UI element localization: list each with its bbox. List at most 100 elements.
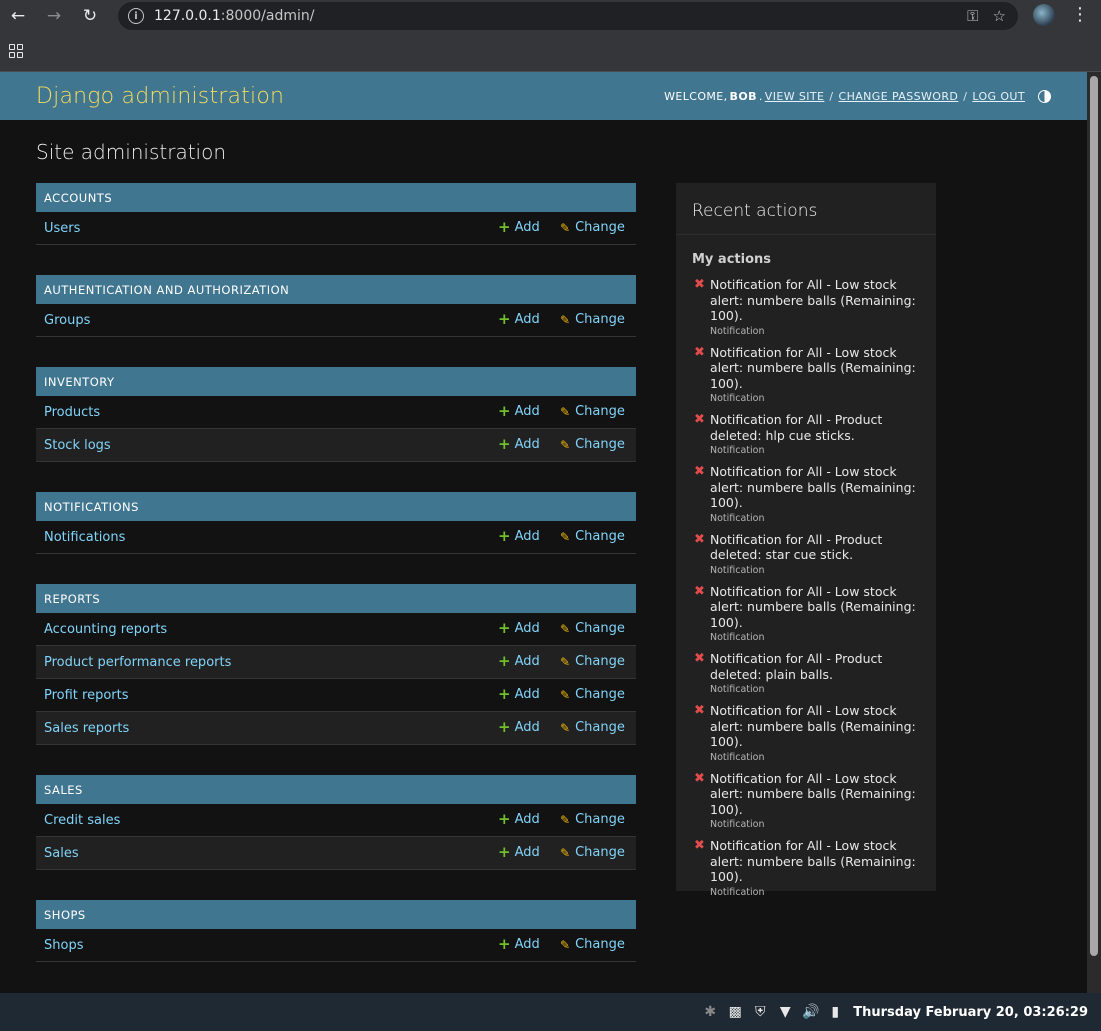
- change-link[interactable]: ✎ Change: [560, 654, 625, 669]
- module-caption[interactable]: Reports: [36, 584, 636, 613]
- battery-icon[interactable]: ▮: [827, 1004, 843, 1020]
- add-link[interactable]: + Add: [498, 435, 540, 453]
- model-link[interactable]: Product performance reports: [44, 655, 231, 670]
- page-scrollbar[interactable]: [1087, 72, 1101, 993]
- change-link[interactable]: ✎ Change: [560, 812, 625, 827]
- action-body: Notification for All - Low stock alert: …: [710, 771, 920, 831]
- model-row: Stock logs + Add ✎ Change: [36, 429, 636, 462]
- change-link[interactable]: ✎ Change: [560, 529, 625, 544]
- change-password-link[interactable]: CHANGE PASSWORD: [838, 90, 958, 103]
- admin-page: Django administration WELCOME, BOB. VIEW…: [0, 72, 1087, 993]
- password-key-icon[interactable]: ⚿: [967, 7, 978, 25]
- change-pencil-icon: ✎: [560, 687, 571, 702]
- module-caption[interactable]: Authentication and Authorization: [36, 275, 636, 304]
- clock[interactable]: Thursday February 20, 03:26:29: [853, 1005, 1088, 1020]
- change-pencil-icon: ✎: [560, 312, 571, 327]
- site-info-icon[interactable]: i: [128, 8, 144, 24]
- module-caption[interactable]: Accounts: [36, 183, 636, 212]
- model-row: Users + Add ✎ Change: [36, 212, 636, 245]
- change-link[interactable]: ✎ Change: [560, 220, 625, 235]
- model-link[interactable]: Notifications: [44, 530, 125, 545]
- theme-toggle-icon[interactable]: [1038, 89, 1051, 103]
- scrollbar-thumb[interactable]: [1090, 76, 1098, 956]
- model-link[interactable]: Sales reports: [44, 721, 129, 736]
- bluetooth-icon[interactable]: ✱: [702, 1004, 718, 1020]
- reload-icon[interactable]: ↻: [72, 0, 108, 32]
- model-link[interactable]: Products: [44, 405, 100, 420]
- change-pencil-icon: ✎: [560, 437, 571, 452]
- profile-avatar-icon[interactable]: [1033, 4, 1055, 26]
- app-module: Reports Accounting reports + Add ✎ Change Prod…: [36, 584, 636, 745]
- action-text: Notification for All - Low stock alert: …: [710, 583, 916, 630]
- forward-arrow-icon[interactable]: →: [36, 0, 72, 32]
- action-text: Notification for All - Low stock alert: …: [710, 838, 916, 884]
- change-link[interactable]: ✎ Change: [560, 720, 625, 735]
- add-link[interactable]: + Add: [498, 720, 540, 736]
- add-link[interactable]: + Add: [498, 937, 540, 953]
- model-link[interactable]: Users: [44, 221, 80, 236]
- welcome-label: WELCOME,: [664, 89, 728, 103]
- site-branding[interactable]: Django administration: [36, 84, 284, 109]
- change-label: Change: [575, 937, 625, 952]
- add-plus-icon: +: [498, 685, 511, 703]
- back-arrow-icon[interactable]: ←: [0, 0, 36, 32]
- browser-toolbar: ← → ↻ i 127.0.0.1:8000/admin/ ⚿ ☆ ⋮: [0, 0, 1101, 32]
- action-text: Notification for All - Low stock alert: …: [710, 277, 916, 323]
- model-link[interactable]: Stock logs: [44, 438, 111, 453]
- add-plus-icon: +: [498, 435, 511, 453]
- model-row: Sales reports + Add ✎ Change: [36, 712, 636, 745]
- change-link[interactable]: ✎ Change: [560, 687, 625, 702]
- add-link[interactable]: + Add: [498, 220, 540, 236]
- change-link[interactable]: ✎ Change: [560, 937, 625, 952]
- model-link[interactable]: Credit sales: [44, 813, 120, 828]
- change-link[interactable]: ✎ Change: [560, 404, 625, 419]
- delete-x-icon: ✖: [694, 277, 705, 292]
- bookmark-star-icon[interactable]: ☆: [993, 7, 1006, 25]
- change-link[interactable]: ✎ Change: [560, 845, 625, 860]
- add-link[interactable]: + Add: [498, 654, 540, 670]
- action-type: Notification: [710, 325, 765, 337]
- module-caption[interactable]: Shops: [36, 900, 636, 929]
- delete-x-icon: ✖: [694, 838, 705, 853]
- change-link[interactable]: ✎ Change: [560, 621, 625, 636]
- action-item: ✖ Notification for All - Low stock alert:…: [694, 771, 920, 831]
- change-pencil-icon: ✎: [560, 654, 571, 669]
- add-link[interactable]: + Add: [498, 312, 540, 328]
- wifi-icon[interactable]: ▼: [777, 1004, 793, 1020]
- add-link[interactable]: + Add: [498, 812, 540, 828]
- change-link[interactable]: ✎ Change: [560, 437, 625, 452]
- model-link[interactable]: Shops: [44, 938, 83, 953]
- module-caption[interactable]: Sales: [36, 775, 636, 804]
- clipboard-icon[interactable]: ▩: [727, 1004, 743, 1020]
- address-bar[interactable]: i 127.0.0.1:8000/admin/ ⚿ ☆: [118, 2, 1018, 30]
- shield-icon[interactable]: ⛨: [752, 1004, 768, 1020]
- action-item: ✖ Notification for All - Low stock alert:…: [694, 464, 920, 524]
- url-text[interactable]: 127.0.0.1:8000/admin/: [154, 8, 314, 24]
- app-module: Inventory Products + Add ✎ Change Stock logs + A…: [36, 367, 636, 462]
- volume-icon[interactable]: 🔊: [802, 1004, 819, 1020]
- add-label: Add: [514, 529, 540, 544]
- menu-dots-icon[interactable]: ⋮: [1071, 4, 1089, 25]
- apps-grid-icon[interactable]: [9, 44, 23, 58]
- action-text: Notification for All - Low stock alert: …: [710, 703, 916, 749]
- action-body: Notification for All - Low stock alert: …: [710, 703, 920, 763]
- add-link[interactable]: + Add: [498, 404, 540, 420]
- change-label: Change: [575, 529, 625, 544]
- add-link[interactable]: + Add: [498, 621, 540, 637]
- add-label: Add: [514, 937, 540, 952]
- add-label: Add: [514, 621, 540, 636]
- model-link[interactable]: Sales: [44, 846, 79, 861]
- module-caption[interactable]: Inventory: [36, 367, 636, 396]
- model-link[interactable]: Profit reports: [44, 688, 129, 703]
- url-host: 127.0.0.1: [154, 8, 221, 24]
- change-label: Change: [575, 845, 625, 860]
- log-out-link[interactable]: LOG OUT: [972, 90, 1025, 103]
- module-caption[interactable]: Notifications: [36, 492, 636, 521]
- add-link[interactable]: + Add: [498, 529, 540, 545]
- view-site-link[interactable]: VIEW SITE: [765, 90, 825, 103]
- add-link[interactable]: + Add: [498, 845, 540, 861]
- model-link[interactable]: Groups: [44, 313, 90, 328]
- add-link[interactable]: + Add: [498, 685, 540, 703]
- change-link[interactable]: ✎ Change: [560, 312, 625, 327]
- model-link[interactable]: Accounting reports: [44, 622, 167, 637]
